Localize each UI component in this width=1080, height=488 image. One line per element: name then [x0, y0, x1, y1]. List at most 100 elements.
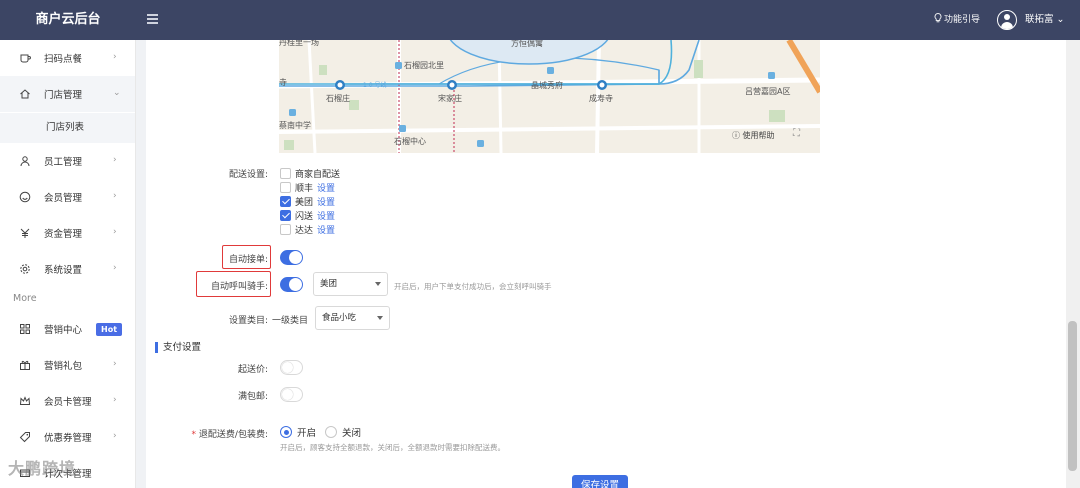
sidebar-item-label: 员工管理	[44, 157, 83, 168]
delivery-option-dada[interactable]: 达达 设置	[280, 223, 335, 236]
hot-badge: Hot	[96, 322, 123, 336]
radio[interactable]	[325, 426, 337, 438]
settings-link[interactable]: 设置	[317, 181, 335, 194]
refund-label-text: 退配送费/包装费:	[198, 430, 268, 440]
delivery-option-self[interactable]: 商家自配送	[280, 167, 340, 180]
save-button[interactable]: 保存设置	[572, 475, 628, 488]
home-icon	[18, 87, 32, 101]
avatar[interactable]	[997, 10, 1017, 30]
chevron-right-icon: ›	[113, 52, 117, 62]
min-price-switch[interactable]	[280, 360, 303, 375]
map-label: 晶城秀府	[531, 81, 563, 90]
chevron-down-icon: ⌄	[1056, 14, 1065, 25]
delivery-option-sf[interactable]: 顺丰 设置	[280, 181, 335, 194]
radio-label: 关闭	[342, 428, 362, 439]
auto-call-platform-select[interactable]: 美团	[313, 272, 388, 296]
map-label: 方恒偶寓	[511, 40, 543, 48]
settings-link[interactable]: 设置	[317, 209, 335, 222]
map-label: 石榴中心	[394, 137, 426, 146]
cup-icon	[18, 51, 32, 65]
sidebar-item-label: 资金管理	[44, 229, 83, 240]
gift-icon	[18, 358, 32, 372]
map-label: 寺	[279, 78, 287, 87]
sidebar-item-marketing[interactable]: 营销中心 Hot	[0, 311, 135, 347]
refund-off-radio[interactable]: 关闭	[325, 425, 361, 439]
sidebar-item-label: 会员管理	[44, 193, 83, 204]
checkbox[interactable]	[280, 182, 291, 193]
map-label: 石榴园北里	[404, 61, 444, 70]
sidebar-item-store[interactable]: 门店管理 ⌄	[0, 76, 135, 112]
tag-icon	[18, 430, 32, 444]
delivery-label: 配送设置:	[228, 170, 268, 180]
map-label: 1 0 号线	[363, 82, 387, 89]
free-ship-switch[interactable]	[280, 387, 303, 402]
chevron-right-icon: ›	[113, 395, 117, 405]
refund-on-radio[interactable]: 开启	[280, 425, 316, 439]
user-menu[interactable]: 联拓富 ⌄	[1025, 13, 1065, 27]
gear-icon	[18, 262, 32, 276]
checkbox[interactable]	[280, 224, 291, 235]
auto-call-label: 自动呼叫骑手:	[210, 282, 268, 292]
watermark: 大鹏跨境	[8, 459, 77, 478]
sidebar-item-coupon[interactable]: 优惠券管理 ›	[0, 419, 135, 455]
delivery-option-shansong[interactable]: 闪送 设置	[280, 209, 335, 222]
sidebar-item-member-card[interactable]: 会员卡管理 ›	[0, 383, 135, 419]
option-label: 达达	[295, 226, 314, 236]
more-heading: More	[13, 293, 37, 304]
settings-link[interactable]: 设置	[317, 195, 335, 208]
sidebar-item-scan-order[interactable]: 扫码点餐 ›	[0, 40, 135, 76]
sidebar-item-label: 营销礼包	[44, 361, 83, 372]
bulb-icon	[934, 13, 942, 23]
scrollbar-thumb[interactable]	[1068, 321, 1077, 471]
refund-hint: 开启后，顾客支持全额退款，关闭后，全额退款时需要扣除配送费。	[280, 443, 505, 452]
auto-accept-switch[interactable]	[280, 250, 303, 265]
free-ship-label: 满包邮:	[237, 392, 268, 402]
map-label: 成寿寺	[589, 94, 613, 103]
map-view[interactable]: 丹桂里一场 方恒偶寓 石榴园北里 寺 1 0 号线 石榴庄 宋家庄 晶城秀府 成…	[279, 40, 820, 153]
smile-icon	[18, 190, 32, 204]
checkbox-checked[interactable]	[280, 196, 291, 207]
delivery-option-meituan[interactable]: 美团 设置	[280, 195, 335, 208]
sidebar-subitem-store-list[interactable]: 门店列表	[0, 113, 135, 143]
pay-section-title: 支付设置	[155, 342, 201, 353]
sidebar-item-label: 系统设置	[44, 265, 83, 276]
fullscreen-icon[interactable]: ⛶	[793, 128, 800, 139]
map-help-label: 使用帮助	[742, 131, 775, 140]
chevron-right-icon: ›	[113, 191, 117, 201]
guide-label: 功能引导	[944, 15, 981, 25]
sidebar-item-funds[interactable]: 资金管理 ›	[0, 215, 135, 251]
checkbox-checked[interactable]	[280, 210, 291, 221]
option-label: 商家自配送	[295, 170, 341, 180]
category-level: 一级类目	[272, 316, 309, 326]
min-price-label: 起送价:	[237, 365, 268, 375]
settings-link[interactable]: 设置	[317, 223, 335, 236]
sidebar-item-staff[interactable]: 员工管理 ›	[0, 143, 135, 179]
brand-title[interactable]: 商户云后台	[0, 0, 136, 40]
category-select[interactable]: 食品小吃	[315, 306, 390, 330]
crown-icon	[18, 394, 32, 408]
checkbox[interactable]	[280, 168, 291, 179]
sidebar-item-label: 会员卡管理	[44, 397, 92, 408]
menu-toggle-icon[interactable]	[147, 14, 158, 24]
sidebar-item-gift-pack[interactable]: 营销礼包 ›	[0, 347, 135, 383]
map-label: 吕营嘉园A区	[745, 87, 791, 96]
map-label: 石榴庄	[326, 94, 350, 103]
radio-checked[interactable]	[280, 426, 292, 438]
option-label: 顺丰	[295, 184, 314, 194]
option-label: 美团	[295, 198, 314, 208]
sidebar-item-member[interactable]: 会员管理 ›	[0, 179, 135, 215]
caret-down-icon	[377, 316, 383, 320]
map-label: 蔡南中学	[279, 121, 311, 130]
caret-down-icon	[375, 282, 381, 286]
category-label: 设置类目:	[228, 316, 268, 326]
auto-call-switch[interactable]	[280, 277, 303, 292]
chevron-right-icon: ›	[113, 263, 117, 273]
top-header: 商户云后台 功能引导 联拓富 ⌄	[0, 0, 1080, 40]
sidebar-item-settings[interactable]: 系统设置 ›	[0, 251, 135, 287]
question-icon: ⓘ	[732, 131, 740, 140]
required-mark: *	[191, 430, 197, 440]
chevron-right-icon: ›	[113, 155, 117, 165]
sidebar: 扫码点餐 › 门店管理 ⌄ 门店列表 员工管理 › 会员管理 › 资金管理 › …	[0, 40, 136, 488]
guide-link[interactable]: 功能引导	[934, 13, 980, 27]
map-help-link[interactable]: ⓘ 使用帮助	[732, 130, 775, 141]
